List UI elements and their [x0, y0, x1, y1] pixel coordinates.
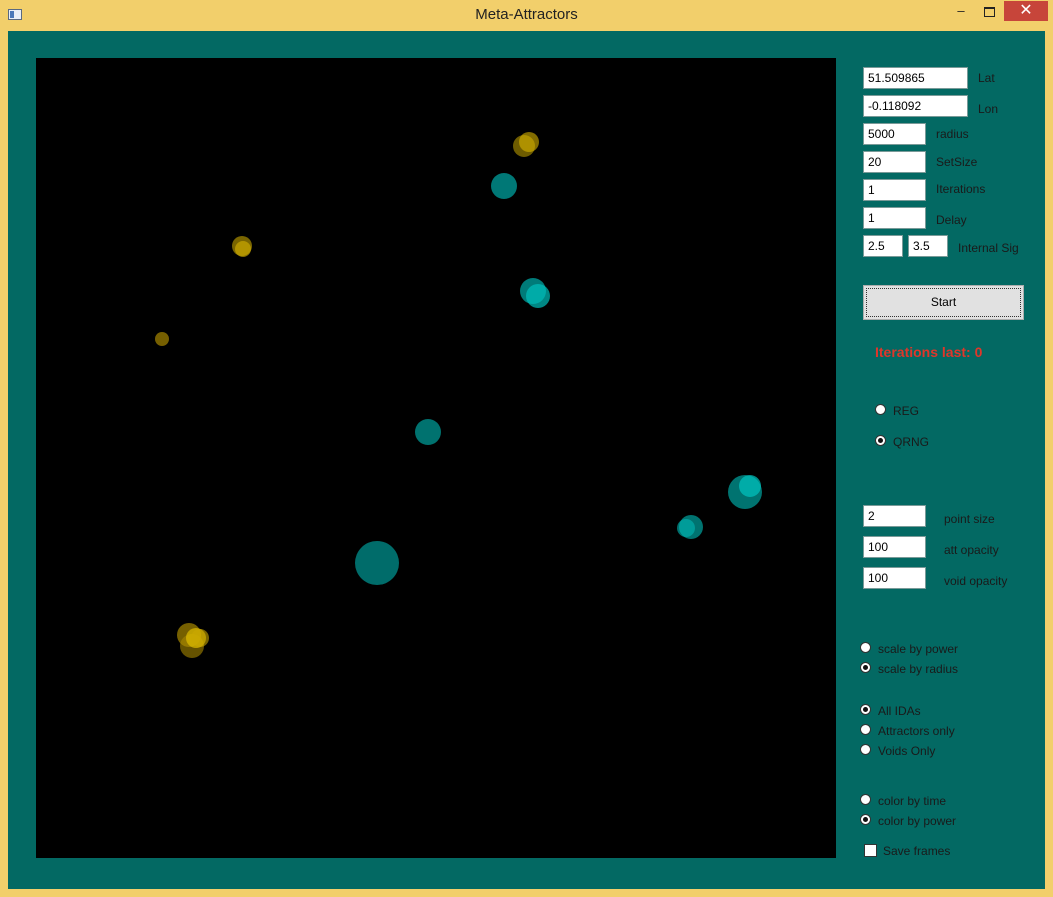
void-opacity-label: void opacity	[944, 574, 1008, 588]
title-bar[interactable]: Meta-Attractors – ✕	[0, 0, 1053, 31]
attractors-only-radio[interactable]	[860, 724, 871, 735]
void-cluster	[520, 278, 550, 308]
attractor-cluster	[513, 132, 539, 157]
attractor-point	[191, 629, 209, 647]
void-point	[491, 173, 517, 199]
void-point	[526, 284, 550, 308]
void-point	[677, 519, 695, 537]
attractor-point	[235, 241, 251, 257]
color-by-power-label[interactable]: color by power	[878, 814, 956, 828]
lat-label: Lat	[978, 71, 995, 85]
window-title: Meta-Attractors	[475, 6, 578, 23]
att-opacity-input[interactable]	[863, 536, 926, 558]
qrng-label[interactable]: QRNG	[893, 435, 929, 449]
scale-by-power-radio[interactable]	[860, 642, 871, 653]
delay-label: Delay	[936, 213, 967, 227]
attractor-point	[155, 332, 169, 346]
setsize-input[interactable]	[863, 151, 926, 173]
attractor-canvas[interactable]	[36, 58, 836, 858]
point-size-label: point size	[944, 512, 995, 526]
void-cluster	[728, 475, 762, 509]
all-idas-radio[interactable]	[860, 704, 871, 715]
att-opacity-label: att opacity	[944, 543, 999, 557]
color-by-time-radio[interactable]	[860, 794, 871, 805]
color-by-power-radio[interactable]	[860, 814, 871, 825]
start-button[interactable]: Start	[863, 285, 1024, 320]
attractor-cluster	[232, 236, 252, 257]
radius-input[interactable]	[863, 123, 926, 145]
point-size-input[interactable]	[863, 505, 926, 527]
maximize-button[interactable]	[978, 3, 1000, 21]
attractor-plot	[155, 132, 762, 658]
color-by-time-label[interactable]: color by time	[878, 794, 946, 808]
void-point	[415, 419, 441, 445]
attractors-only-label[interactable]: Attractors only	[878, 724, 955, 738]
delay-input[interactable]	[863, 207, 926, 229]
internal-sig-max-input[interactable]	[908, 235, 948, 257]
scale-by-radius-radio[interactable]	[860, 662, 871, 673]
lon-label: Lon	[978, 102, 999, 116]
reg-radio[interactable]	[875, 404, 886, 415]
lat-input[interactable]	[863, 67, 968, 89]
close-button[interactable]: ✕	[1004, 1, 1048, 21]
iterations-label: Iterations	[936, 182, 986, 196]
internal-sig-label: Internal Sig	[958, 241, 1019, 255]
voids-only-radio[interactable]	[860, 744, 871, 755]
internal-sig-min-input[interactable]	[863, 235, 903, 257]
setsize-label: SetSize	[936, 155, 978, 169]
attractor-point	[519, 132, 539, 152]
void-point	[739, 475, 761, 497]
iterations-last-status: Iterations last: 0	[875, 344, 983, 360]
voids-only-label[interactable]: Voids Only	[878, 744, 935, 758]
lon-input[interactable]	[863, 95, 968, 117]
scale-by-power-label[interactable]: scale by power	[878, 642, 958, 656]
scale-by-radius-label[interactable]: scale by radius	[878, 662, 958, 676]
attractor-cluster	[177, 623, 209, 658]
app-window: Meta-Attractors – ✕ 51.509865 Lat -0.118…	[0, 0, 1053, 897]
iterations-input[interactable]	[863, 179, 926, 201]
save-frames-label[interactable]: Save frames	[883, 844, 950, 858]
reg-label[interactable]: REG	[893, 404, 919, 418]
void-point	[355, 541, 399, 585]
void-opacity-input[interactable]	[863, 567, 926, 589]
qrng-radio[interactable]	[875, 435, 886, 446]
void-cluster	[677, 515, 703, 539]
minimize-button[interactable]: –	[950, 3, 972, 21]
all-idas-label[interactable]: All IDAs	[878, 704, 921, 718]
save-frames-checkbox[interactable]	[864, 844, 877, 857]
radius-label: radius	[936, 127, 969, 141]
